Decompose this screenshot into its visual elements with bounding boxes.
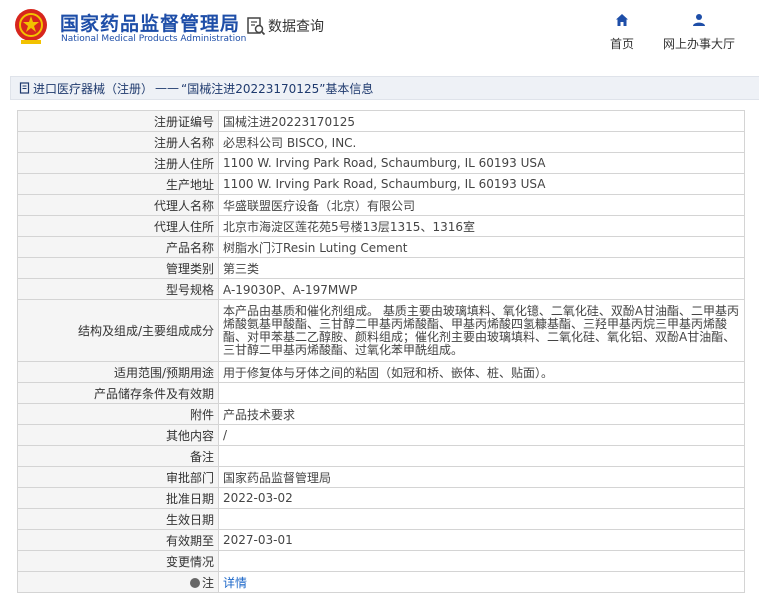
info-row: 有效期至 2027-03-01	[17, 529, 745, 551]
field-value: 国械注进20223170125	[218, 110, 745, 132]
field-value: 2022-03-02	[218, 487, 745, 509]
info-row: 注册人住所 1100 W. Irving Park Road, Schaumbur…	[17, 152, 745, 174]
record-title-bar: 进口医疗器械（注册） —— “国械注进20223170125”基本信息	[10, 76, 759, 100]
brand-subtitle: National Medical Products Administration	[61, 34, 247, 44]
field-label: 型号规格	[17, 278, 219, 300]
search-document-icon	[247, 17, 266, 36]
nav-home-label: 首页	[609, 37, 634, 51]
info-row: 管理类别 第三类	[17, 257, 745, 279]
field-value: 2027-03-01	[218, 529, 745, 551]
info-row: 生效日期	[17, 508, 745, 530]
info-row: 备注	[17, 445, 745, 467]
field-label: 变更情况	[17, 550, 219, 572]
field-label: 注册人住所	[17, 152, 219, 174]
note-row: 注详情	[17, 571, 745, 593]
note-label: 注	[201, 575, 214, 590]
info-row: 批准日期 2022-03-02	[17, 487, 745, 509]
field-value: A-19030P、A-197MWP	[218, 278, 745, 300]
field-label: 备注	[17, 445, 219, 467]
field-label: 产品名称	[17, 236, 219, 258]
details-link[interactable]: 详情	[223, 576, 247, 590]
breadcrumb-separator: ——	[155, 81, 180, 95]
data-query-label: 数据查询	[268, 19, 324, 35]
field-label: 生产地址	[17, 173, 219, 195]
field-value: 用于修复体与牙体之间的粘固（如冠和桥、嵌体、桩、贴面）。	[218, 361, 745, 383]
bulb-icon	[189, 577, 200, 588]
field-value	[218, 445, 745, 467]
info-row: 注册人名称 必思科公司 BISCO, INC.	[17, 131, 745, 153]
field-value	[218, 382, 745, 404]
field-label: 管理类别	[17, 257, 219, 279]
field-label: 产品储存条件及有效期	[17, 382, 219, 404]
document-icon	[19, 82, 30, 94]
info-row: 适用范围/预期用途 用于修复体与牙体之间的粘固（如冠和桥、嵌体、桩、贴面）。	[17, 361, 745, 383]
field-value	[218, 508, 745, 530]
field-value: 第三类	[218, 257, 745, 279]
field-label: 有效期至	[17, 529, 219, 551]
field-value: 产品技术要求	[218, 403, 745, 425]
info-row: 代理人住所 北京市海淀区莲花苑5号楼13层1315、1316室	[17, 215, 745, 237]
field-label: 代理人住所	[17, 215, 219, 237]
field-label: 结构及组成/主要组成成分	[17, 299, 219, 362]
info-row: 产品名称 树脂水门汀Resin Luting Cement	[17, 236, 745, 258]
record-title: “国械注进20223170125”基本信息	[181, 81, 374, 96]
field-label: 适用范围/预期用途	[17, 361, 219, 383]
field-value: 本产品由基质和催化剂组成。 基质主要由玻璃填料、氧化镱、二氧化硅、双酚A甘油酯、…	[218, 299, 745, 362]
info-row: 附件 产品技术要求	[17, 403, 745, 425]
brand-title[interactable]: 国家药品监督管理局	[60, 9, 240, 36]
user-icon	[693, 14, 705, 26]
info-row: 变更情况	[17, 550, 745, 572]
info-row: 结构及组成/主要组成成分 本产品由基质和催化剂组成。 基质主要由玻璃填料、氧化镱、…	[17, 299, 745, 362]
data-query-link[interactable]: 数据查询	[246, 16, 324, 36]
field-value: /	[218, 424, 745, 446]
field-label: 审批部门	[17, 466, 219, 488]
field-value: 北京市海淀区莲花苑5号楼13层1315、1316室	[218, 215, 745, 237]
national-emblem-icon	[15, 9, 47, 44]
nav-home[interactable]: 首页	[600, 12, 644, 52]
info-row: 注册证编号 国械注进20223170125	[17, 110, 745, 132]
info-row: 审批部门 国家药品监督管理局	[17, 466, 745, 488]
field-label: 生效日期	[17, 508, 219, 530]
field-value	[218, 550, 745, 572]
info-row: 代理人名称 华盛联盟医疗设备（北京）有限公司	[17, 194, 745, 216]
info-row: 其他内容 /	[17, 424, 745, 446]
breadcrumb-section[interactable]: 进口医疗器械（注册）	[33, 80, 153, 97]
info-row: 型号规格 A-19030P、A-197MWP	[17, 278, 745, 300]
field-value: 必思科公司 BISCO, INC.	[218, 131, 745, 153]
site-header: 国家药品监督管理局 National Medical Products Admi…	[0, 0, 759, 60]
field-label: 代理人名称	[17, 194, 219, 216]
nav-online-office[interactable]: 网上办事大厅	[657, 12, 741, 52]
nav-online-office-label: 网上办事大厅	[662, 37, 735, 51]
field-value: 1100 W. Irving Park Road, Schaumburg, IL…	[218, 152, 745, 174]
note-label-cell: 注	[17, 571, 219, 593]
field-value: 国家药品监督管理局	[218, 466, 745, 488]
field-label: 注册人名称	[17, 131, 219, 153]
field-label: 注册证编号	[17, 110, 219, 132]
note-value-cell: 详情	[218, 571, 745, 593]
field-label: 其他内容	[17, 424, 219, 446]
field-label: 附件	[17, 403, 219, 425]
field-value: 华盛联盟医疗设备（北京）有限公司	[218, 194, 745, 216]
home-icon	[616, 14, 628, 26]
field-value: 1100 W. Irving Park Road, Schaumburg, IL…	[218, 173, 745, 195]
registration-info-table: 注册证编号 国械注进20223170125 注册人名称 必思科公司 BISCO, IN…	[17, 110, 745, 593]
info-row: 产品储存条件及有效期	[17, 382, 745, 404]
field-value: 树脂水门汀Resin Luting Cement	[218, 236, 745, 258]
field-label: 批准日期	[17, 487, 219, 509]
info-row: 生产地址 1100 W. Irving Park Road, Schaumburg…	[17, 173, 745, 195]
